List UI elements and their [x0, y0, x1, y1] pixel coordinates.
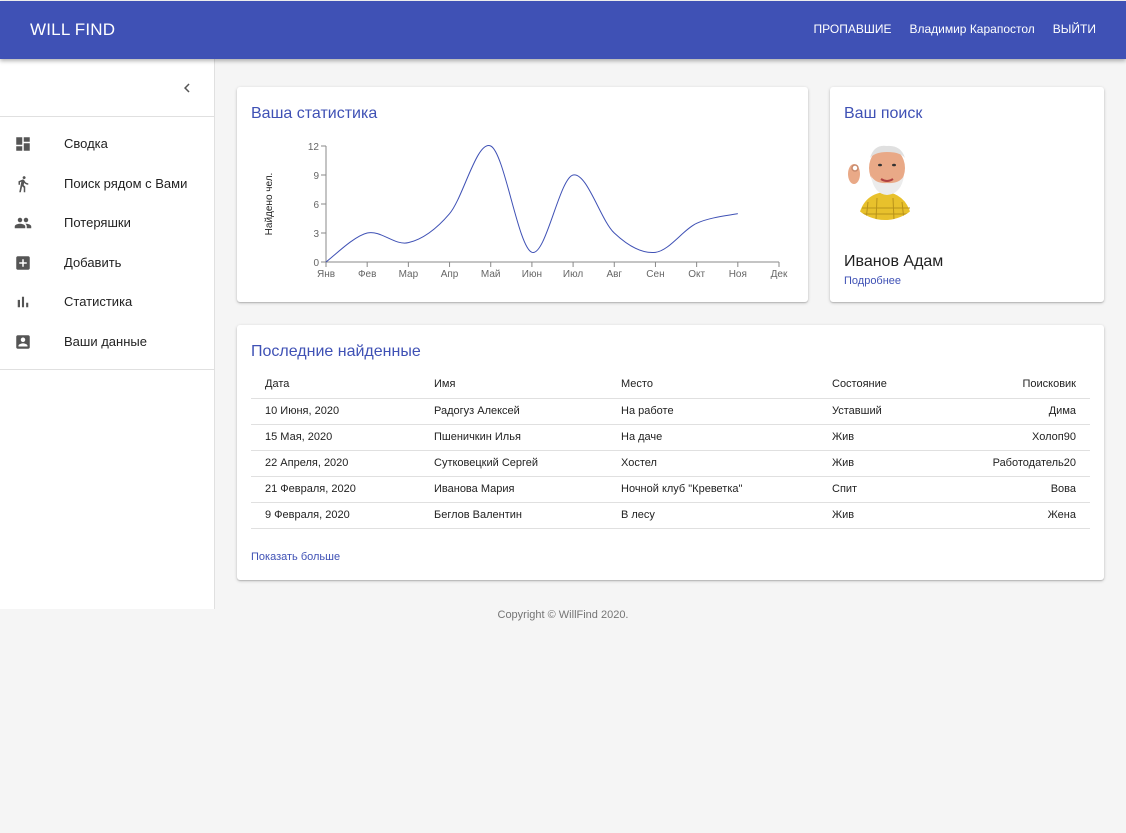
- app-bar: WILL FIND ПРОПАВШИЕ Владимир Карапостол …: [0, 1, 1126, 59]
- cell-state: Спит: [818, 476, 948, 503]
- cell-place: На даче: [607, 424, 818, 451]
- sidebar-item-label: Ваши данные: [64, 334, 147, 349]
- cell-place: Хостел: [607, 450, 818, 477]
- nav-logout-link[interactable]: ВЫЙТИ: [1053, 22, 1096, 36]
- y-tick-label: 12: [308, 142, 320, 153]
- person-photo-icon: [844, 138, 926, 220]
- cell-searcher: Холоп90: [948, 424, 1090, 451]
- y-tick-label: 0: [313, 258, 319, 269]
- sidebar: Сводка Поиск рядом с Вами Потеряшки Доба…: [0, 59, 215, 609]
- column-header-place: Место: [607, 371, 818, 399]
- x-tick-label: Мар: [399, 269, 419, 280]
- cell-name: Сутковецкий Сергей: [420, 450, 607, 477]
- x-tick-label: Сен: [646, 269, 664, 280]
- add-box-icon: [16, 256, 30, 270]
- sidebar-item-add[interactable]: Добавить: [0, 243, 214, 282]
- cell-name: Пшеничкин Илья: [420, 424, 607, 451]
- y-axis-label: Найдено чел.: [264, 173, 275, 236]
- sidebar-item-label: Сводка: [64, 136, 108, 151]
- nav-user-link[interactable]: Владимир Карапостол: [909, 22, 1034, 36]
- cell-name: Радогуз Алексей: [420, 398, 607, 425]
- sidebar-item-summary[interactable]: Сводка: [0, 124, 214, 163]
- search-card: Ваш поиск Иванов Адам Подробнее: [830, 87, 1104, 302]
- cell-name: Иванова Мария: [420, 476, 607, 503]
- table-row: 10 Июня, 2020 Радогуз Алексей На работе …: [251, 398, 1090, 425]
- y-tick-label: 6: [313, 200, 319, 211]
- x-tick-label: Окт: [688, 269, 705, 280]
- cell-place: В лесу: [607, 502, 818, 529]
- sidebar-item-lost[interactable]: Потеряшки: [0, 203, 214, 242]
- account-box-icon: [16, 335, 30, 349]
- nav-missing-link[interactable]: ПРОПАВШИЕ: [814, 22, 892, 36]
- cell-searcher: Дима: [948, 398, 1090, 425]
- x-tick-label: Апр: [441, 269, 459, 280]
- table-row: 9 Февраля, 2020 Беглов Валентин В лесу Ж…: [251, 502, 1090, 529]
- dashboard-icon: [16, 137, 30, 151]
- table-row: 15 Мая, 2020 Пшеничкин Илья На даче Жив …: [251, 424, 1090, 451]
- cell-searcher: Вова: [948, 476, 1090, 503]
- details-link[interactable]: Подробнее: [844, 275, 901, 287]
- table-header-row: Дата Имя Место Состояние Поисковик: [251, 371, 1090, 399]
- y-tick-label: 3: [313, 229, 319, 240]
- statistics-line-chart: 0 3 6 9 12 Янв Фев Мар Апр Май Июн Июл Авг Сен Окт Ноя Д…: [264, 142, 788, 280]
- x-tick-label: Дек: [771, 269, 788, 280]
- cell-date: 15 Мая, 2020: [251, 424, 420, 451]
- column-header-name: Имя: [420, 371, 607, 399]
- x-tick-label: Авг: [606, 269, 622, 280]
- sidebar-item-label: Поиск рядом с Вами: [64, 176, 188, 191]
- cell-state: Уставший: [818, 398, 948, 425]
- walk-icon: [18, 176, 29, 193]
- y-tick-label: 9: [313, 171, 319, 182]
- cell-date: 22 Апреля, 2020: [251, 450, 420, 477]
- bar-chart-icon: [17, 296, 29, 308]
- footer-copyright: Copyright © WillFind 2020.: [497, 609, 629, 621]
- column-header-date: Дата: [251, 371, 420, 399]
- recent-table: Дата Имя Место Состояние Поисковик 10 Ию…: [251, 371, 1090, 529]
- x-tick-label: Ноя: [729, 269, 747, 280]
- sidebar-divider: [0, 116, 214, 117]
- cell-place: На работе: [607, 398, 818, 425]
- sidebar-divider: [0, 369, 214, 370]
- column-header-searcher: Поисковик: [948, 371, 1090, 399]
- cell-place: Ночной клуб "Креветка": [607, 476, 818, 503]
- x-tick-label: Июл: [563, 269, 583, 280]
- x-tick-label: Янв: [317, 269, 335, 280]
- table-row: 22 Апреля, 2020 Сутковецкий Сергей Хосте…: [251, 450, 1090, 477]
- cell-state: Жив: [818, 424, 948, 451]
- cell-searcher: Жена: [948, 502, 1090, 529]
- sidebar-item-nearby[interactable]: Поиск рядом с Вами: [0, 164, 214, 203]
- cell-date: 9 Февраля, 2020: [251, 502, 420, 529]
- cell-date: 10 Июня, 2020: [251, 398, 420, 425]
- found-person-name: Иванов Адам: [844, 253, 944, 270]
- people-icon: [14, 217, 32, 229]
- x-tick-label: Фев: [358, 269, 376, 280]
- statistics-card: Ваша статистика 0 3 6 9 12 Янв Фев Мар Апр Май Июн…: [237, 87, 808, 302]
- app-title[interactable]: WILL FIND: [30, 20, 115, 40]
- cell-state: Жив: [818, 450, 948, 477]
- x-tick-label: Май: [481, 269, 501, 280]
- recent-title: Последние найденные: [251, 343, 421, 360]
- avatar: [844, 138, 926, 220]
- show-more-link[interactable]: Показать больше: [251, 551, 340, 563]
- x-tick-label: Июн: [522, 269, 542, 280]
- sidebar-item-label: Добавить: [64, 255, 122, 270]
- sidebar-item-profile[interactable]: Ваши данные: [0, 322, 214, 361]
- chevron-left-icon[interactable]: [178, 79, 196, 97]
- cell-state: Жив: [818, 502, 948, 529]
- column-header-state: Состояние: [818, 371, 948, 399]
- sidebar-item-label: Статистика: [64, 294, 133, 309]
- search-title: Ваш поиск: [844, 105, 923, 122]
- sidebar-item-label: Потеряшки: [64, 215, 131, 230]
- series-line: [325, 145, 738, 263]
- cell-name: Беглов Валентин: [420, 502, 607, 529]
- top-nav: ПРОПАВШИЕ Владимир Карапостол ВЫЙТИ: [814, 22, 1097, 36]
- cell-date: 21 Февраля, 2020: [251, 476, 420, 503]
- recent-found-card: Последние найденные Дата Имя Место Состо…: [237, 325, 1104, 580]
- cell-searcher: Работодатель20: [948, 450, 1090, 477]
- table-row: 21 Февраля, 2020 Иванова Мария Ночной кл…: [251, 476, 1090, 503]
- sidebar-item-statistics[interactable]: Статистика: [0, 282, 214, 321]
